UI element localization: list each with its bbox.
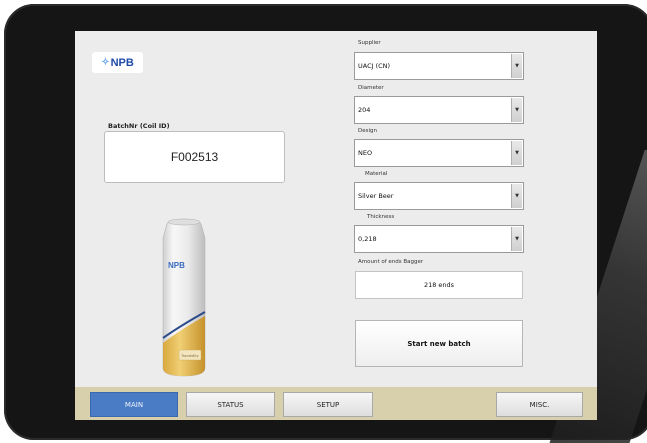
diameter-dropdown-button[interactable]: ▼ [511, 98, 522, 122]
thickness-dropdown[interactable]: 0,218 ▼ [354, 225, 524, 253]
start-new-batch-button[interactable]: Start new batch [355, 320, 523, 367]
ends-value: 218 ends [423, 281, 455, 289]
hmi-screen: ✧ NPB BatchNr (Coil ID) F002513 Tracebil… [75, 31, 597, 420]
nav-setup-label: SETUP [316, 400, 340, 409]
diameter-dropdown[interactable]: 204 ▼ [354, 96, 524, 124]
chevron-down-icon: ▼ [515, 235, 519, 242]
scene: ✧ NPB BatchNr (Coil ID) F002513 Tracebil… [0, 0, 647, 443]
thickness-dropdown-button[interactable]: ▼ [511, 227, 522, 251]
can-badge-text: Tracebility [180, 354, 198, 358]
nav-setup-button[interactable]: SETUP [283, 392, 373, 417]
nav-misc-button[interactable]: MISC. [496, 392, 583, 417]
logo-text: NPB [110, 56, 134, 69]
npb-logo: ✧ NPB [92, 52, 143, 73]
logo-spark-icon: ✧ [101, 57, 110, 68]
design-value: NEO [358, 149, 373, 157]
chevron-down-icon: ▼ [515, 149, 519, 156]
nav-status-label: STATUS [217, 400, 244, 409]
supplier-label: Supplier [358, 40, 381, 46]
design-label: Design [358, 128, 377, 134]
chevron-down-icon: ▼ [515, 106, 519, 113]
thickness-value: 0,218 [358, 235, 377, 243]
start-new-batch-label: Start new batch [407, 339, 471, 348]
chevron-down-icon: ▼ [515, 192, 519, 199]
nav-main-button[interactable]: MAIN [90, 392, 178, 417]
design-dropdown[interactable]: NEO ▼ [354, 139, 524, 167]
diameter-label: Diameter [358, 85, 384, 91]
material-dropdown[interactable]: Silver Beer ▼ [354, 182, 524, 210]
can-brand-text: NPB [168, 261, 185, 270]
ends-label: Amount of ends Bagger [358, 259, 424, 265]
supplier-value: UACJ (CN) [358, 62, 391, 70]
batch-id-field[interactable]: F002513 [104, 131, 285, 183]
batch-id-value: F002513 [170, 150, 219, 164]
thickness-label: Thickness [367, 214, 395, 220]
material-label: Material [365, 171, 388, 177]
can-illustration: Tracebility NPB [162, 218, 206, 377]
nav-misc-label: MISC. [529, 400, 550, 409]
design-dropdown-button[interactable]: ▼ [511, 141, 522, 165]
diameter-value: 204 [358, 106, 371, 114]
nav-main-label: MAIN [124, 400, 144, 409]
chevron-down-icon: ▼ [515, 62, 519, 69]
ends-field[interactable]: 218 ends [355, 271, 523, 299]
bottom-navbar: MAIN STATUS SETUP MISC. [75, 387, 597, 420]
material-dropdown-button[interactable]: ▼ [511, 184, 522, 208]
supplier-dropdown-button[interactable]: ▼ [511, 54, 522, 78]
material-value: Silver Beer [358, 192, 394, 200]
supplier-dropdown[interactable]: UACJ (CN) ▼ [354, 52, 524, 80]
batch-label: BatchNr (Coil ID) [108, 122, 170, 130]
nav-status-button[interactable]: STATUS [186, 392, 275, 417]
